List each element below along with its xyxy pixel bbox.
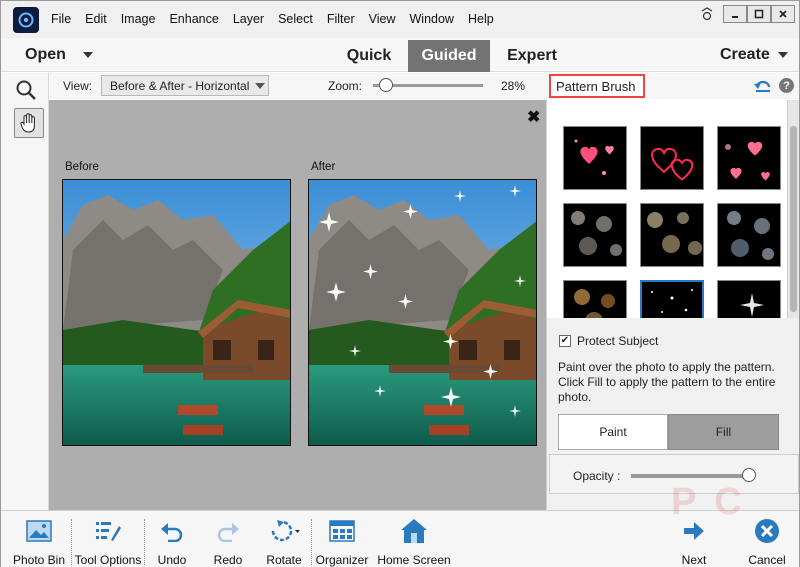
cancel-button[interactable]: Cancel — [748, 515, 786, 567]
photo-bin-button[interactable]: Photo Bin — [13, 515, 65, 567]
create-button[interactable]: Create — [720, 46, 770, 64]
redo-button[interactable]: Redo — [207, 515, 249, 567]
pattern-thumb-gold-bokeh[interactable] — [640, 203, 704, 267]
photo-bin-icon — [26, 515, 52, 546]
divider — [71, 519, 72, 565]
home-screen-label: Home Screen — [377, 553, 451, 567]
divider — [144, 519, 145, 565]
menu-edit[interactable]: Edit — [85, 12, 107, 26]
tool-strip — [1, 73, 49, 510]
mode-bar: Open Quick Guided Expert Create — [1, 38, 799, 72]
rotate-button[interactable]: Rotate — [263, 515, 305, 567]
pattern-thumb-white-sparkles[interactable] — [717, 280, 781, 318]
menu-window[interactable]: Window — [410, 12, 454, 26]
options-bar: View: Before & After - Horizontal Zoom: … — [49, 73, 799, 99]
redo-icon — [216, 515, 240, 546]
protect-subject-label: Protect Subject — [577, 334, 659, 348]
protect-subject-checkbox[interactable]: ✔ — [559, 335, 571, 347]
chevron-down-icon[interactable] — [255, 83, 265, 89]
scrollbar-thumb[interactable] — [790, 126, 797, 312]
pattern-thumb-blue-bokeh[interactable] — [717, 203, 781, 267]
pattern-scrollbar[interactable] — [787, 100, 799, 318]
zoom-value: 28% — [501, 79, 526, 93]
menu-filter[interactable]: Filter — [327, 12, 355, 26]
organizer-label: Organizer — [315, 553, 369, 567]
pattern-thumbnails — [547, 100, 787, 318]
open-button[interactable]: Open — [25, 46, 66, 64]
chevron-down-icon[interactable] — [778, 52, 788, 58]
zoom-tool-icon[interactable] — [15, 79, 37, 106]
tool-options-button[interactable]: Tool Options — [75, 515, 141, 567]
menu-file[interactable]: File — [51, 12, 71, 26]
fill-button[interactable]: Fill — [668, 414, 779, 450]
hand-tool-icon[interactable] — [14, 108, 44, 138]
home-screen-button[interactable]: Home Screen — [377, 515, 451, 567]
organizer-icon — [329, 515, 355, 546]
arrow-right-icon — [683, 515, 705, 546]
undo-button[interactable]: Undo — [151, 515, 193, 567]
menu-bar: File Edit Image Enhance Layer Select Fil… — [1, 1, 799, 38]
pattern-thumb-pink-hearts[interactable] — [563, 126, 627, 190]
home-icon — [400, 515, 428, 546]
opacity-label: Opacity : — [573, 469, 621, 483]
zoom-label: Zoom: — [328, 79, 363, 93]
organizer-button[interactable]: Organizer — [315, 515, 369, 567]
menu-enhance[interactable]: Enhance — [169, 12, 218, 26]
minimize-icon[interactable] — [723, 5, 747, 23]
help-icon[interactable] — [695, 5, 719, 23]
redo-label: Redo — [213, 553, 243, 567]
tab-quick[interactable]: Quick — [339, 40, 399, 72]
after-photo — [308, 179, 537, 446]
menu-help[interactable]: Help — [468, 12, 494, 26]
pattern-thumb-pink-hearts-bokeh[interactable] — [717, 126, 781, 190]
guided-panel: ✔ Protect Subject Paint over the photo t… — [546, 100, 799, 510]
instructions-text: Paint over the photo to apply the patter… — [558, 360, 776, 404]
protect-subject-row[interactable]: ✔ Protect Subject — [559, 334, 658, 348]
close-icon[interactable]: ✖ — [527, 107, 540, 127]
rotate-label: Rotate — [266, 553, 302, 567]
undo-label: Undo — [157, 553, 187, 567]
tab-expert[interactable]: Expert — [499, 40, 565, 72]
after-label: After — [311, 161, 336, 173]
pattern-thumb-orange-bokeh[interactable] — [563, 280, 627, 318]
next-button[interactable]: Next — [679, 515, 709, 567]
tool-options-label: Tool Options — [74, 553, 142, 567]
app-logo-icon — [13, 7, 39, 33]
zoom-slider-thumb[interactable] — [378, 78, 393, 92]
reset-icon[interactable] — [754, 78, 772, 99]
tab-guided[interactable]: Guided — [408, 40, 490, 72]
menu-view[interactable]: View — [369, 12, 396, 26]
menu-layer[interactable]: Layer — [233, 12, 264, 26]
cancel-label: Cancel — [748, 553, 786, 567]
close-icon[interactable] — [771, 5, 795, 23]
undo-icon — [160, 515, 184, 546]
before-label: Before — [65, 161, 99, 173]
divider — [311, 519, 312, 565]
panel-title: Pattern Brush — [549, 74, 645, 98]
next-label: Next — [681, 553, 707, 567]
pattern-thumb-star-sparkles[interactable] — [640, 280, 704, 318]
opacity-slider-thumb[interactable] — [741, 468, 756, 482]
view-dropdown[interactable]: Before & After - Horizontal — [101, 75, 269, 96]
chevron-down-icon[interactable] — [83, 52, 93, 58]
photo-bin-label: Photo Bin — [12, 553, 66, 567]
pattern-thumb-grey-bokeh[interactable] — [563, 203, 627, 267]
pattern-thumb-red-heart-outlines[interactable] — [640, 126, 704, 190]
view-label: View: — [63, 79, 93, 93]
before-photo — [62, 179, 291, 446]
maximize-icon[interactable] — [747, 5, 771, 23]
rotate-icon — [267, 515, 301, 546]
menu-select[interactable]: Select — [278, 12, 313, 26]
opacity-slider[interactable] — [631, 474, 755, 478]
cancel-icon — [754, 515, 780, 546]
menu-image[interactable]: Image — [121, 12, 156, 26]
question-icon[interactable]: ? — [779, 78, 794, 93]
photoshop-elements-window: File Edit Image Enhance Layer Select Fil… — [0, 0, 800, 567]
tool-options-icon — [95, 515, 121, 546]
paint-button[interactable]: Paint — [558, 414, 668, 450]
bottom-bar: Photo Bin Tool Options Undo Redo Rotate … — [1, 481, 799, 567]
